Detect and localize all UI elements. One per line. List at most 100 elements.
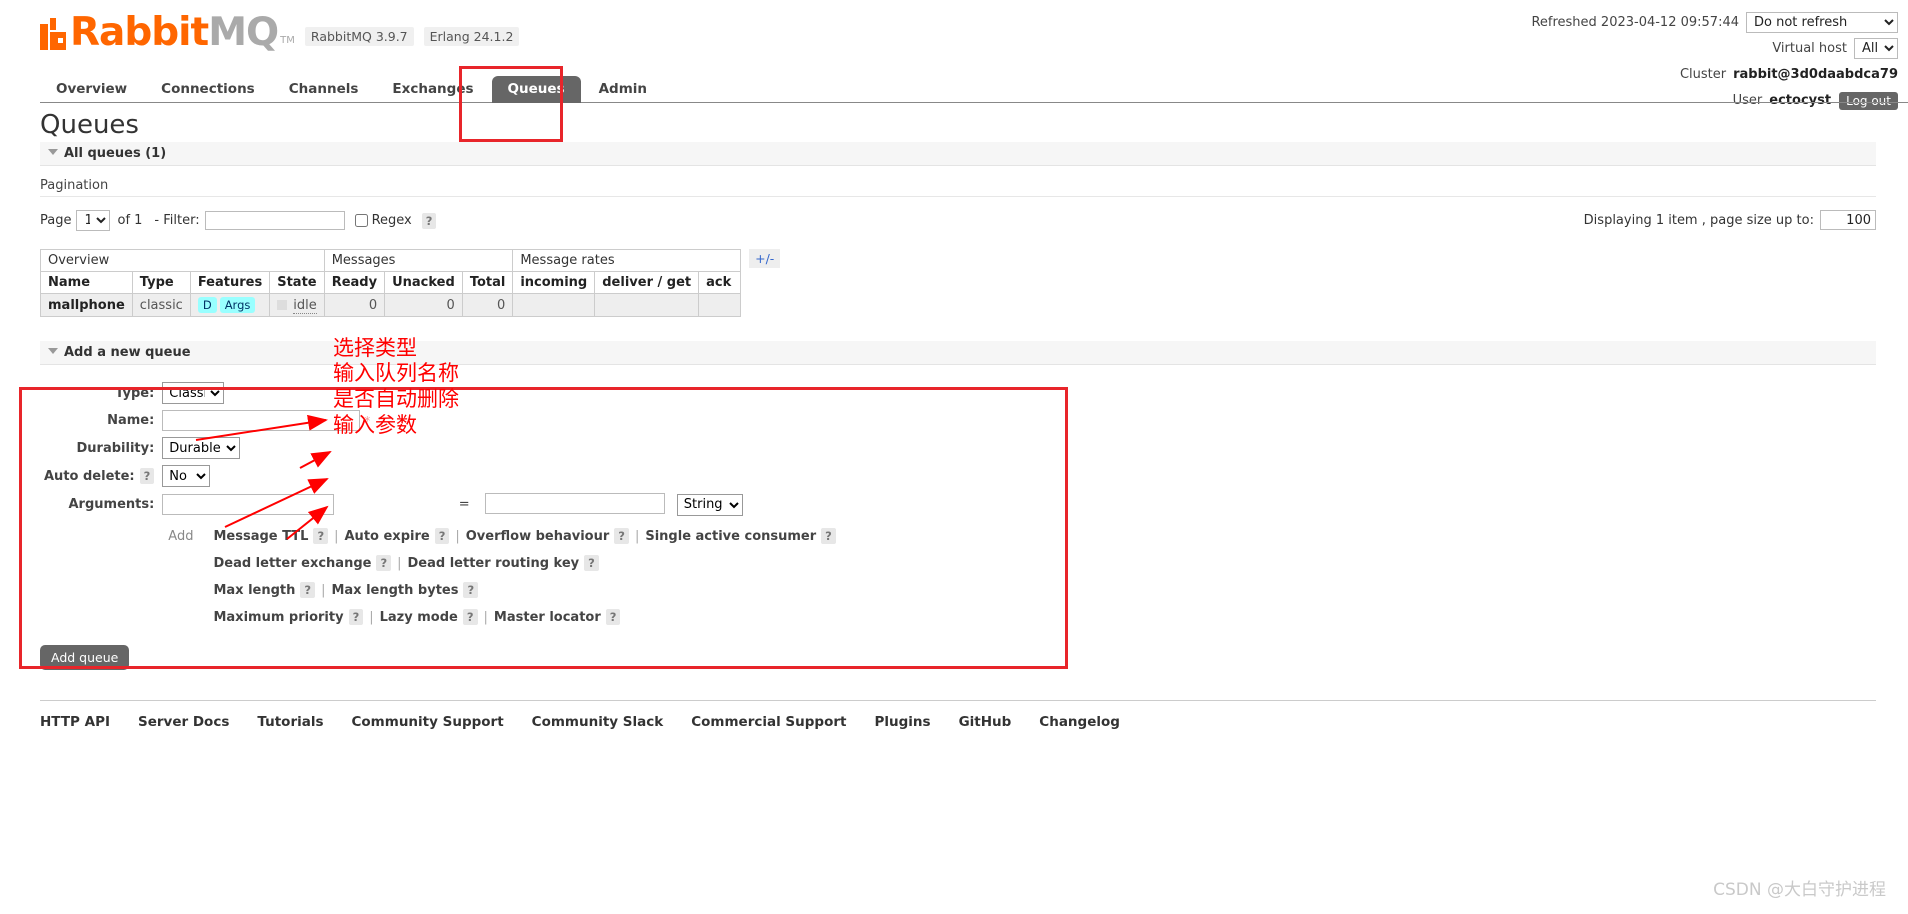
refreshed-label: Refreshed 2023-04-12 09:57:44 [1531, 15, 1739, 30]
argument-key-input[interactable] [162, 493, 335, 515]
nav-item-channels[interactable]: Channels [273, 76, 375, 103]
add-queue-section-header[interactable]: Add a new queue [40, 341, 1876, 365]
col-deliver-get[interactable]: deliver / get [594, 271, 700, 294]
preset-link-max-length[interactable]: Max length [213, 583, 295, 598]
page-size-input[interactable] [1820, 210, 1876, 230]
cell-queue-name[interactable]: mallphone [40, 293, 133, 317]
argument-value-input[interactable] [484, 493, 665, 514]
footer-link-commercial-support[interactable]: Commercial Support [691, 714, 846, 730]
footer-link-community-slack[interactable]: Community Slack [532, 714, 664, 730]
toggle-columns-button[interactable]: +/- [749, 249, 781, 268]
preset-link-dead-letter-routing-key[interactable]: Dead letter routing key [408, 556, 580, 571]
page-header: RabbitMQ TM RabbitMQ 3.9.7 Erlang 24.1.2… [0, 0, 1908, 110]
nav-link-overview[interactable]: Overview [40, 76, 143, 103]
col-ready[interactable]: Ready [323, 271, 386, 294]
col-state[interactable]: State [269, 271, 325, 294]
displaying-info: Displaying 1 item , page size up to: [1584, 210, 1876, 230]
queue-name-input[interactable] [162, 410, 361, 431]
add-queue-button[interactable]: Add queue [40, 644, 130, 670]
add-arguments-label [164, 605, 207, 630]
all-queues-section-header[interactable]: All queues (1) [40, 142, 1876, 166]
regex-help-icon[interactable]: ? [421, 212, 437, 229]
preset-help-icon[interactable]: ? [821, 527, 836, 544]
virtual-host-select[interactable]: All/ [1854, 38, 1898, 59]
nav-item-overview[interactable]: Overview [40, 76, 143, 103]
preset-link-message-ttl[interactable]: Message TTL [213, 529, 308, 544]
refresh-interval-select[interactable]: Refresh every 5 secondsRefresh every 30 … [1746, 12, 1898, 33]
preset-help-icon[interactable]: ? [376, 554, 392, 571]
logo-wordmark: RabbitMQ [70, 13, 279, 52]
col-features[interactable]: Features [189, 271, 271, 294]
nav-link-queues[interactable]: Queues [491, 76, 581, 103]
preset-help-icon[interactable]: ? [584, 554, 599, 571]
group-header-message-rates: Message rates [512, 249, 742, 272]
preset-help-icon[interactable]: ? [348, 608, 364, 625]
queue-type-select[interactable]: ClassicQuorumStream [162, 382, 225, 404]
preset-help-icon[interactable]: ? [463, 581, 479, 598]
name-label: Name: [107, 413, 155, 428]
nav-item-connections[interactable]: Connections [145, 76, 271, 103]
pagination-controls: Page 1 of 1 - Filter: Regex ? Displaying… [40, 197, 1876, 231]
nav-link-admin[interactable]: Admin [583, 76, 663, 103]
nav-item-admin[interactable]: Admin [583, 76, 663, 103]
argument-presets-table: Add Message TTL? | Auto expire? | Overflow be… [162, 522, 842, 632]
preset-help-icon[interactable]: ? [300, 581, 316, 598]
filter-input[interactable] [204, 211, 345, 230]
add-arguments-label: Add [168, 528, 194, 544]
cell-incoming [512, 293, 596, 317]
preset-help-icon[interactable]: ? [614, 527, 629, 544]
regex-checkbox[interactable] [354, 214, 368, 227]
auto-delete-select[interactable]: NoYes [162, 465, 211, 487]
logo-rabbit-text: Rabbit [70, 10, 209, 55]
footer-link-changelog[interactable]: Changelog [1039, 714, 1120, 730]
watermark: CSDN @大白守护进程 [1713, 880, 1886, 900]
footer-link-github[interactable]: GitHub [959, 714, 1012, 730]
preset-link-master-locator[interactable]: Master locator [494, 610, 601, 625]
col-name[interactable]: Name [40, 271, 133, 294]
footer-link-http-api[interactable]: HTTP API [40, 714, 110, 730]
preset-separator: | [483, 609, 488, 625]
preset-help-icon[interactable]: ? [605, 608, 621, 625]
nav-link-channels[interactable]: Channels [273, 76, 375, 103]
vhost-row: Virtual host All/ [1531, 38, 1898, 59]
col-type[interactable]: Type [131, 271, 191, 294]
table-row[interactable]: mallphone classic D Args idle 0 0 0 [40, 293, 742, 317]
col-ack[interactable]: ack [698, 271, 742, 294]
arguments-label: Arguments: [68, 496, 155, 512]
auto-delete-help-icon[interactable]: ? [139, 467, 155, 484]
preset-link-overflow-behaviour[interactable]: Overflow behaviour [466, 529, 610, 544]
preset-link-maximum-priority[interactable]: Maximum priority [213, 610, 343, 625]
group-header-messages: Messages [323, 249, 514, 272]
col-total[interactable]: Total [461, 271, 514, 294]
footer-link-server-docs[interactable]: Server Docs [138, 714, 229, 730]
col-unacked[interactable]: Unacked [384, 271, 463, 294]
nav-item-queues[interactable]: Queues [491, 76, 581, 103]
preset-help-icon[interactable]: ? [462, 608, 478, 625]
collapse-triangle-icon[interactable] [48, 149, 58, 155]
col-incoming[interactable]: incoming [512, 271, 596, 294]
argument-type-select[interactable]: StringNumberBooleanList [676, 493, 743, 516]
footer-link-tutorials[interactable]: Tutorials [257, 714, 323, 730]
footer-link-community-support[interactable]: Community Support [352, 714, 504, 730]
durability-select[interactable]: DurableTransient [162, 437, 241, 459]
add-arguments-label [164, 551, 207, 576]
footer-link-plugins[interactable]: Plugins [874, 714, 930, 730]
preset-help-icon[interactable]: ? [313, 527, 329, 544]
nav-link-exchanges[interactable]: Exchanges [376, 76, 489, 103]
nav-link-connections[interactable]: Connections [145, 76, 271, 103]
preset-help-icon[interactable]: ? [434, 527, 450, 544]
erlang-version-badge: Erlang 24.1.2 [423, 27, 520, 46]
nav-item-exchanges[interactable]: Exchanges [376, 76, 489, 103]
preset-row: Add Message TTL? | Auto expire? | Overflow be… [164, 524, 840, 549]
footer-links: HTTP API Server Docs Tutorials Community Su… [40, 699, 1876, 730]
preset-separator: | [455, 528, 460, 544]
preset-link-max-length-bytes[interactable]: Max length bytes [331, 583, 458, 598]
preset-link-auto-expire[interactable]: Auto expire [345, 529, 430, 544]
auto-delete-label-cell: Auto delete:? [40, 462, 158, 490]
preset-link-single-active-consumer[interactable]: Single active consumer [645, 529, 816, 544]
rabbitmq-logo[interactable]: RabbitMQ TM RabbitMQ 3.9.7 Erlang 24.1.2 [40, 13, 520, 52]
preset-link-dead-letter-exchange[interactable]: Dead letter exchange [213, 556, 371, 571]
collapse-triangle-icon[interactable] [48, 348, 58, 354]
page-number-select[interactable]: 1 [76, 210, 111, 231]
preset-link-lazy-mode[interactable]: Lazy mode [380, 610, 458, 625]
